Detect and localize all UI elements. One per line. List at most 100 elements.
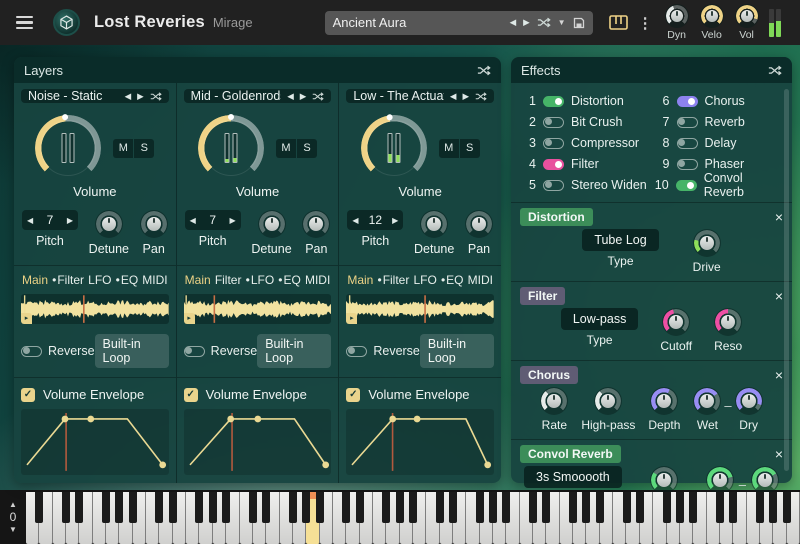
piano-key-black[interactable] — [356, 492, 364, 523]
layer3-sample-selector[interactable]: Low - The Actuator ◀ ▶ — [346, 89, 494, 103]
tab-main[interactable]: Main — [185, 273, 211, 287]
piano-key-black[interactable] — [756, 492, 764, 523]
tab-filter[interactable]: •Filter — [52, 273, 84, 287]
tab-eq[interactable]: •EQ — [278, 273, 301, 287]
layer3-prev-icon[interactable]: ◀ — [450, 91, 457, 102]
tab-filter[interactable]: Filter — [215, 273, 242, 287]
piano-key-black[interactable] — [636, 492, 644, 523]
layer1-pitch-stepper[interactable]: ◀ 7 ▶ — [22, 210, 78, 230]
preset-next-button[interactable]: ▶ — [523, 17, 530, 28]
piano-key-black[interactable] — [489, 492, 497, 523]
layer3-waveform[interactable]: ▸ — [346, 294, 494, 324]
piano-key-black[interactable] — [249, 492, 257, 523]
piano-key-black[interactable] — [302, 492, 310, 523]
piano-key-black[interactable] — [476, 492, 484, 523]
layer1-sample-selector[interactable]: Noise - Static ◀ ▶ — [21, 89, 169, 103]
layer2-volume-knob[interactable] — [198, 115, 264, 181]
layer3-envelope-graph[interactable] — [346, 409, 494, 475]
layer3-volume-knob[interactable] — [361, 115, 427, 181]
layer1-loop-button[interactable]: Built-in Loop — [95, 334, 169, 368]
preset-prev-button[interactable]: ◀ — [510, 17, 517, 28]
piano-key-black[interactable] — [623, 492, 631, 523]
piano-key-black[interactable] — [75, 492, 83, 523]
layer3-envelope-checkbox[interactable]: ✓ — [346, 388, 360, 402]
effect-toggle[interactable] — [677, 96, 698, 107]
piano-key-black[interactable] — [596, 492, 604, 523]
layer2-pan-knob[interactable] — [302, 210, 330, 238]
piano-key-black[interactable] — [62, 492, 70, 523]
filter-close-button[interactable]: × — [775, 289, 783, 303]
layer2-reverse-toggle[interactable]: Reverse — [184, 344, 258, 358]
layer1-pan-knob[interactable] — [140, 210, 168, 238]
reverse-toggle-icon[interactable] — [184, 346, 205, 357]
piano-key-black[interactable] — [262, 492, 270, 523]
cutoff-knob[interactable] — [662, 308, 690, 336]
effect-slot-bitcrush[interactable]: 2Bit Crush — [521, 113, 649, 131]
layer1-random-icon[interactable] — [150, 91, 162, 102]
layer1-envelope-checkbox[interactable]: ✓ — [21, 388, 35, 402]
pitch-inc-icon[interactable]: ▶ — [392, 216, 398, 225]
dyn-knob[interactable] — [665, 4, 689, 28]
piano-key-black[interactable] — [716, 492, 724, 523]
piano-key-black[interactable] — [689, 492, 697, 523]
effect-toggle[interactable] — [677, 159, 698, 170]
highpass-knob[interactable] — [594, 387, 622, 415]
piano-key-black[interactable] — [729, 492, 737, 523]
velo-knob[interactable] — [700, 4, 724, 28]
effects-random-icon[interactable] — [768, 65, 782, 76]
effect-slot-filter[interactable]: 4Filter — [521, 155, 649, 173]
tab-lfo[interactable]: •LFO — [246, 273, 275, 287]
layer1-solo-button[interactable]: S — [134, 139, 154, 158]
octave-down-button[interactable]: ▼ — [9, 525, 17, 534]
reso-knob[interactable] — [714, 308, 742, 336]
wave-play-marker[interactable]: ▸ — [346, 313, 357, 324]
distortion-close-button[interactable]: × — [775, 210, 783, 224]
piano-key-black[interactable] — [102, 492, 110, 523]
piano-key-black[interactable] — [663, 492, 671, 523]
tab-lfo[interactable]: LFO — [413, 273, 436, 287]
preset-random-button[interactable] — [537, 17, 551, 28]
effect-toggle[interactable] — [677, 117, 698, 128]
piano-key-black[interactable] — [222, 492, 230, 523]
layer2-pitch-stepper[interactable]: ◀ 7 ▶ — [185, 210, 241, 230]
piano-key-black[interactable] — [129, 492, 137, 523]
piano-key-black[interactable] — [529, 492, 537, 523]
effect-slot-distortion[interactable]: 1Distortion — [521, 92, 649, 110]
piano-key-black[interactable] — [449, 492, 457, 523]
piano-key-black[interactable] — [569, 492, 577, 523]
effect-toggle[interactable] — [543, 138, 564, 149]
distortion-type-select[interactable]: Tube Log — [582, 229, 658, 251]
effect-slot-reverb[interactable]: 7Reverb — [655, 113, 783, 131]
tab-midi[interactable]: MIDI — [305, 273, 330, 287]
effect-toggle[interactable] — [543, 96, 564, 107]
pitch-dec-icon[interactable]: ◀ — [190, 216, 196, 225]
wave-play-marker[interactable]: ▸ — [184, 313, 195, 324]
effect-slot-chorus[interactable]: 6Chorus — [655, 92, 783, 110]
piano-key-black[interactable] — [115, 492, 123, 523]
wet-knob[interactable] — [693, 387, 721, 415]
depth-knob[interactable] — [650, 387, 678, 415]
layer2-prev-icon[interactable]: ◀ — [287, 91, 294, 102]
tab-main[interactable]: Main — [347, 273, 373, 287]
piano-key-black[interactable] — [542, 492, 550, 523]
tab-eq[interactable]: •EQ — [441, 273, 464, 287]
tab-main[interactable]: Main — [22, 273, 48, 287]
pitch-inc-icon[interactable]: ▶ — [230, 216, 236, 225]
effect-toggle[interactable] — [676, 180, 697, 191]
preset-dropdown-caret[interactable]: ▼ — [558, 18, 566, 27]
piano-key-black[interactable] — [169, 492, 177, 523]
effect-toggle[interactable] — [677, 138, 698, 149]
layer3-loop-button[interactable]: Built-in Loop — [420, 334, 494, 368]
filter-type-select[interactable]: Low-pass — [561, 308, 639, 330]
rate-knob[interactable] — [540, 387, 568, 415]
show-keyboard-button[interactable] — [609, 15, 628, 30]
piano-key-black[interactable] — [396, 492, 404, 523]
layer2-envelope-graph[interactable] — [184, 409, 332, 475]
layer3-pan-knob[interactable] — [465, 210, 493, 238]
tab-midi[interactable]: MIDI — [142, 273, 167, 287]
save-button[interactable] — [573, 17, 585, 29]
piano-key-black[interactable] — [783, 492, 791, 523]
dry-knob[interactable] — [735, 387, 763, 415]
tab-eq[interactable]: •EQ — [116, 273, 139, 287]
hamburger-menu-icon[interactable] — [16, 16, 33, 29]
